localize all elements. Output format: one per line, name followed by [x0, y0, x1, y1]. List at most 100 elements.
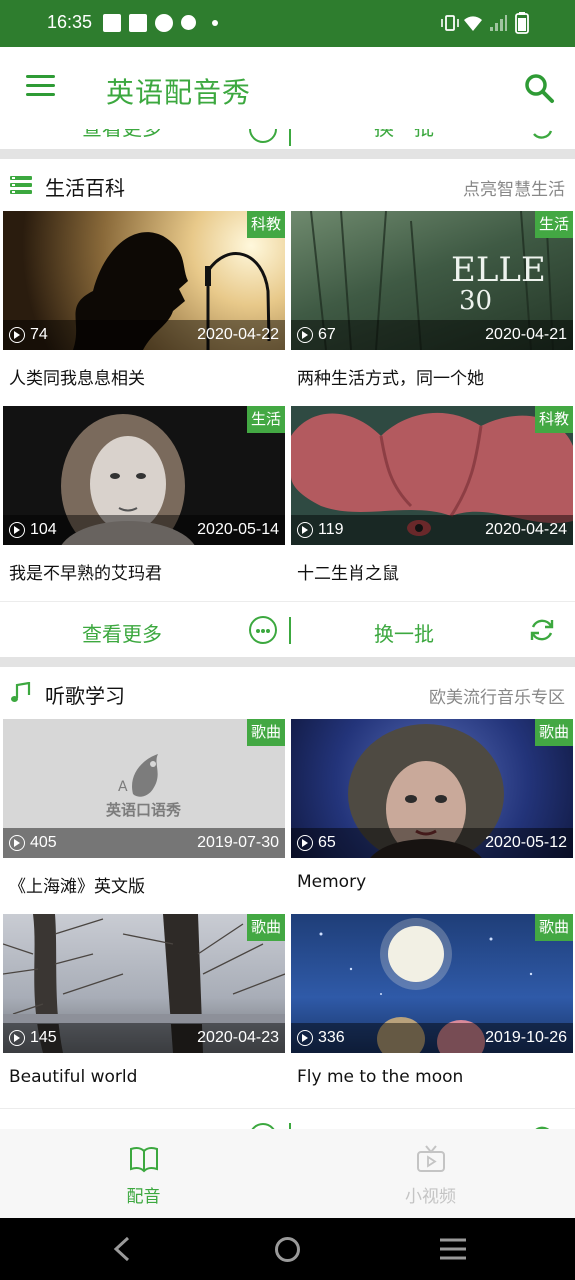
video-card[interactable]: 生活 104 2020-05-14 我是不早熟的艾玛君: [3, 406, 285, 601]
more-dots-icon[interactable]: [249, 616, 277, 644]
section-subtitle[interactable]: 欧美流行音乐专区: [429, 683, 565, 708]
play-count-icon: [9, 522, 25, 538]
section-title: 听歌学习: [45, 684, 125, 708]
publish-date: 2020-04-21: [485, 326, 567, 343]
placeholder-logo-text: 英语口语秀: [106, 801, 182, 819]
video-thumbnail[interactable]: 歌曲 65 2020-05-12: [291, 719, 573, 858]
recents-menu-icon[interactable]: [439, 1238, 467, 1260]
wifi-icon: [464, 16, 482, 31]
mail-notification-icon: [103, 14, 121, 32]
video-meta: 65 2020-05-12: [291, 828, 573, 858]
app-bar: 英语配音秀: [0, 47, 575, 129]
category-tag: 生活: [246, 406, 285, 433]
more-dots-icon[interactable]: [249, 129, 277, 143]
status-bar: 16:35: [0, 0, 575, 47]
play-count-icon: [9, 1030, 25, 1046]
vibrate-icon: [441, 15, 459, 31]
previous-section-more-bar: 查看更多 换一批: [0, 129, 575, 149]
category-tag: 歌曲: [534, 914, 573, 941]
video-card[interactable]: 科教 119 2020-04-24 十二生肖之鼠: [291, 406, 573, 601]
section-header-life: 生活百科 点亮智慧生活: [0, 159, 575, 211]
video-card[interactable]: ELLE 30 生活 67 2020-04-21 两种生活方式，同一个她: [291, 211, 573, 406]
video-grid-life: 科教 74 2020-04-22 人类同我息息相关 ELLE 30 生活 67 …: [0, 211, 575, 601]
video-card[interactable]: 歌曲 145 2020-04-23 Beautiful world: [3, 914, 285, 1109]
svg-text:A: A: [118, 779, 128, 795]
search-icon[interactable]: [523, 72, 555, 104]
divider: [289, 129, 291, 146]
nav-label[interactable]: 小视频: [287, 1182, 574, 1207]
category-tag: 歌曲: [246, 914, 285, 941]
svg-text:ELLE: ELLE: [451, 250, 546, 290]
video-card[interactable]: 歌曲 65 2020-05-12 Memory: [291, 719, 573, 914]
refresh-icon[interactable]: [528, 616, 556, 644]
nav-label[interactable]: 配音: [0, 1182, 287, 1207]
view-count: 67: [318, 326, 336, 343]
video-card[interactable]: A 英语口语秀 歌曲 405 2019-07-30 《上海滩》英文版: [3, 719, 285, 914]
publish-date: 2020-04-24: [485, 521, 567, 538]
menu-icon[interactable]: [26, 75, 56, 99]
video-meta: 145 2020-04-23: [3, 1023, 285, 1053]
signal-icon: [490, 15, 507, 31]
battery-icon: [515, 12, 529, 34]
section-subtitle[interactable]: 点亮智慧生活: [463, 175, 565, 200]
video-card[interactable]: 歌曲 336 2019-10-26 Fly me to the moon: [291, 914, 573, 1109]
video-meta: 405 2019-07-30: [3, 828, 285, 858]
refresh-icon[interactable]: [528, 129, 556, 143]
video-title[interactable]: Fly me to the moon: [297, 1067, 463, 1087]
home-icon[interactable]: [274, 1236, 301, 1263]
video-title[interactable]: 《上海滩》英文版: [9, 872, 145, 897]
category-tag: 生活: [534, 211, 573, 238]
refresh-label[interactable]: 换一批: [374, 129, 434, 141]
video-thumbnail[interactable]: 科教 119 2020-04-24: [291, 406, 573, 545]
video-meta: 336 2019-10-26: [291, 1023, 573, 1053]
category-tag: 歌曲: [246, 719, 285, 746]
shield-notification-icon: [181, 15, 196, 30]
view-count: 145: [30, 1029, 57, 1046]
section-separator: [0, 149, 575, 159]
back-icon[interactable]: [110, 1236, 134, 1262]
publish-date: 2020-04-23: [197, 1029, 279, 1046]
view-count: 336: [318, 1029, 345, 1046]
app-title: 英语配音秀: [106, 76, 252, 109]
video-thumbnail[interactable]: A 英语口语秀 歌曲 405 2019-07-30: [3, 719, 285, 858]
video-meta: 74 2020-04-22: [3, 320, 285, 350]
video-title[interactable]: 两种生活方式，同一个她: [297, 364, 484, 389]
video-grid-music: A 英语口语秀 歌曲 405 2019-07-30 《上海滩》英文版 歌曲 65…: [0, 719, 575, 1109]
video-card[interactable]: 科教 74 2020-04-22 人类同我息息相关: [3, 211, 285, 406]
status-time: 16:35: [47, 12, 93, 32]
video-title[interactable]: 我是不早熟的艾玛君: [9, 559, 162, 584]
check-notification-icon: [155, 14, 173, 32]
music-note-icon: [11, 682, 31, 702]
video-thumbnail[interactable]: 生活 104 2020-05-14: [3, 406, 285, 545]
video-thumbnail[interactable]: 歌曲 336 2019-10-26: [291, 914, 573, 1053]
video-thumbnail[interactable]: 歌曲 145 2020-04-23: [3, 914, 285, 1053]
video-meta: 119 2020-04-24: [291, 515, 573, 545]
view-count: 405: [30, 834, 57, 851]
nav-tab-dubbing[interactable]: 配音: [0, 1129, 287, 1218]
play-count-icon: [9, 327, 25, 343]
publish-date: 2020-05-12: [485, 834, 567, 851]
nav-tab-short-video[interactable]: 小视频: [287, 1129, 574, 1218]
system-navigation-bar: [0, 1218, 575, 1280]
tv-icon[interactable]: [416, 1145, 446, 1173]
view-more-button[interactable]: 查看更多: [82, 618, 162, 647]
video-thumbnail[interactable]: ELLE 30 生活 67 2020-04-21: [291, 211, 573, 350]
section-more-bar: 查看更多 换一批: [0, 601, 575, 658]
video-title[interactable]: 人类同我息息相关: [9, 364, 145, 389]
video-thumbnail[interactable]: 科教 74 2020-04-22: [3, 211, 285, 350]
svg-text:30: 30: [459, 286, 492, 316]
refresh-batch-button[interactable]: 换一批: [374, 618, 434, 647]
publish-date: 2020-04-22: [197, 326, 279, 343]
video-title[interactable]: 十二生肖之鼠: [297, 559, 399, 584]
more-label[interactable]: 查看更多: [82, 129, 162, 141]
video-title[interactable]: Beautiful world: [9, 1067, 137, 1087]
play-count-icon: [297, 522, 313, 538]
list-icon: [10, 176, 32, 194]
video-title[interactable]: Memory: [297, 872, 366, 892]
video-meta: 67 2020-04-21: [291, 320, 573, 350]
category-tag: 科教: [246, 211, 285, 238]
category-tag: 科教: [534, 406, 573, 433]
more-notifications-dot-icon: [212, 20, 218, 26]
view-count: 74: [30, 326, 48, 343]
book-icon[interactable]: [129, 1145, 159, 1173]
